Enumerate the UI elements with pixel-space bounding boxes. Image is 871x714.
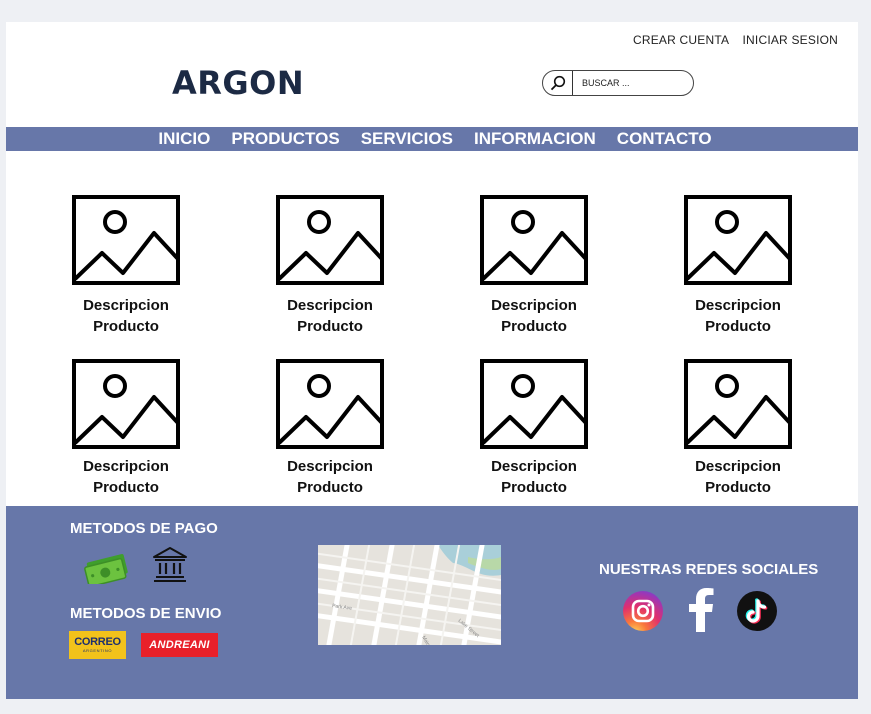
product-desc-line1: Descripcion bbox=[491, 458, 577, 475]
product-desc-line2: Producto bbox=[501, 318, 567, 335]
payment-methods-title: METODOS DE PAGO bbox=[70, 520, 218, 537]
product-card[interactable]: Descripcion Producto bbox=[464, 359, 604, 498]
search-icon[interactable] bbox=[543, 71, 573, 95]
map-image: Park Ave Main St Lake Street bbox=[318, 545, 501, 645]
tiktok-icon[interactable] bbox=[736, 590, 778, 632]
footer: METODOS DE PAGO METODOS DE ENVIO CORREO bbox=[6, 506, 858, 699]
product-desc-line1: Descripcion bbox=[83, 458, 169, 475]
create-account-link[interactable]: CREAR CUENTA bbox=[633, 33, 729, 47]
product-desc-line2: Producto bbox=[93, 318, 159, 335]
product-desc-line2: Producto bbox=[297, 318, 363, 335]
cash-icon bbox=[84, 554, 128, 584]
nav-informacion[interactable]: INFORMACION bbox=[474, 127, 596, 151]
product-card[interactable]: Descripcion Producto bbox=[260, 359, 400, 498]
correo-argentino-logo: CORREO ARGENTINO bbox=[69, 631, 126, 659]
image-placeholder-icon bbox=[480, 359, 588, 449]
image-placeholder-icon bbox=[684, 359, 792, 449]
product-card[interactable]: Descripcion Producto bbox=[260, 195, 400, 337]
product-desc-line2: Producto bbox=[705, 479, 771, 496]
image-placeholder-icon bbox=[276, 195, 384, 285]
image-placeholder-icon bbox=[684, 195, 792, 285]
product-card[interactable]: Descripcion Producto bbox=[668, 195, 808, 337]
top-links: CREAR CUENTA INICIAR SESION bbox=[623, 33, 838, 47]
product-desc-line1: Descripcion bbox=[287, 458, 373, 475]
image-placeholder-icon bbox=[480, 195, 588, 285]
product-desc-line1: Descripcion bbox=[695, 297, 781, 314]
product-desc-line2: Producto bbox=[705, 318, 771, 335]
social-networks-title: NUESTRAS REDES SOCIALES bbox=[599, 561, 819, 578]
location-map[interactable]: Park Ave Main St Lake Street bbox=[318, 545, 501, 645]
product-card[interactable]: Descripcion Producto bbox=[56, 359, 196, 498]
bank-icon bbox=[153, 547, 187, 582]
instagram-icon[interactable] bbox=[622, 590, 664, 632]
image-placeholder-icon bbox=[72, 359, 180, 449]
product-desc-line1: Descripcion bbox=[83, 297, 169, 314]
product-card[interactable]: Descripcion Producto bbox=[56, 195, 196, 337]
product-card[interactable]: Descripcion Producto bbox=[464, 195, 604, 337]
product-desc-line2: Producto bbox=[501, 479, 567, 496]
product-desc-line2: Producto bbox=[93, 479, 159, 496]
nav-contacto[interactable]: CONTACTO bbox=[617, 127, 712, 151]
product-desc-line1: Descripcion bbox=[491, 297, 577, 314]
product-desc-line2: Producto bbox=[297, 479, 363, 496]
nav-servicios[interactable]: SERVICIOS bbox=[361, 127, 453, 151]
product-desc-line1: Descripcion bbox=[695, 458, 781, 475]
product-desc-line1: Descripcion bbox=[287, 297, 373, 314]
image-placeholder-icon bbox=[276, 359, 384, 449]
search-box[interactable] bbox=[542, 70, 694, 96]
page: CREAR CUENTA INICIAR SESION ARGON INICIO… bbox=[6, 22, 858, 699]
search-input[interactable] bbox=[573, 78, 683, 88]
facebook-icon[interactable] bbox=[686, 588, 716, 632]
login-link[interactable]: INICIAR SESION bbox=[743, 33, 838, 47]
product-card[interactable]: Descripcion Producto bbox=[668, 359, 808, 498]
logo[interactable]: ARGON bbox=[172, 64, 304, 102]
main-nav: INICIO PRODUCTOS SERVICIOS INFORMACION C… bbox=[6, 127, 858, 151]
andreani-logo: ANDREANI bbox=[141, 633, 218, 657]
nav-inicio[interactable]: INICIO bbox=[158, 127, 210, 151]
shipping-methods-title: METODOS DE ENVIO bbox=[70, 605, 222, 622]
image-placeholder-icon bbox=[72, 195, 180, 285]
nav-productos[interactable]: PRODUCTOS bbox=[231, 127, 339, 151]
